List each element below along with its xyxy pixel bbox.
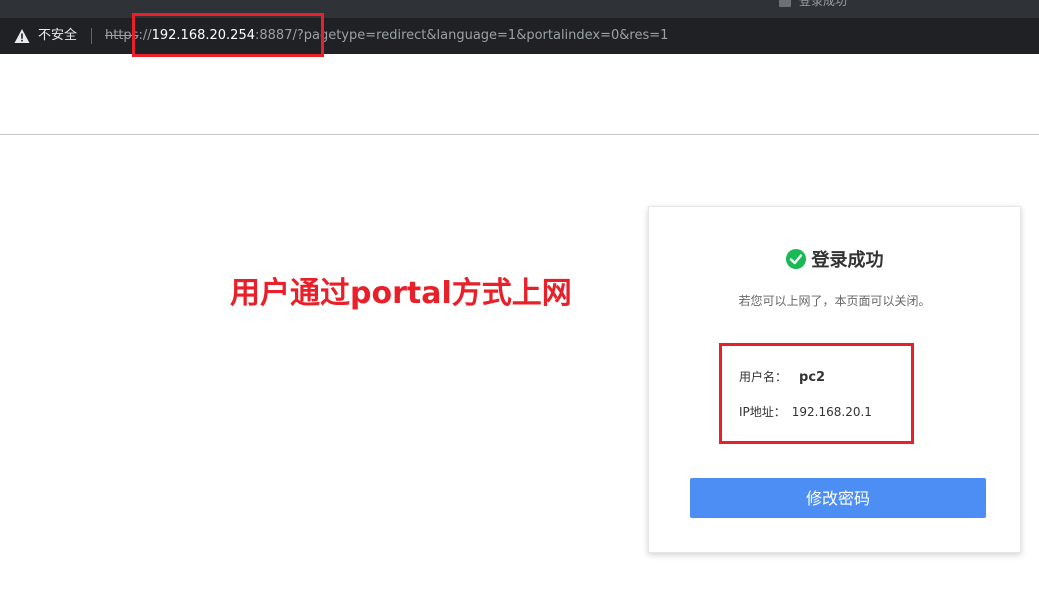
success-title: 登录成功 [811,250,884,271]
browser-tab[interactable]: 登录成功 [779,0,847,8]
url-highlight-box [132,13,324,57]
header-divider [0,134,1039,135]
change-password-button[interactable]: 修改密码 [690,478,986,518]
security-indicator[interactable]: 不安全 [38,27,77,45]
tab-title: 登录成功 [799,0,848,8]
annotation-text: 用户通过portal方式上网 [230,276,572,311]
info-highlight-box [719,343,914,444]
page-icon [779,0,791,7]
success-subtitle: 若您可以上网了，本页面可以关闭。 [738,294,931,308]
check-circle-icon [785,249,806,269]
divider [91,28,92,44]
warning-icon[interactable] [14,28,30,44]
success-heading: 登录成功 [649,249,1020,273]
